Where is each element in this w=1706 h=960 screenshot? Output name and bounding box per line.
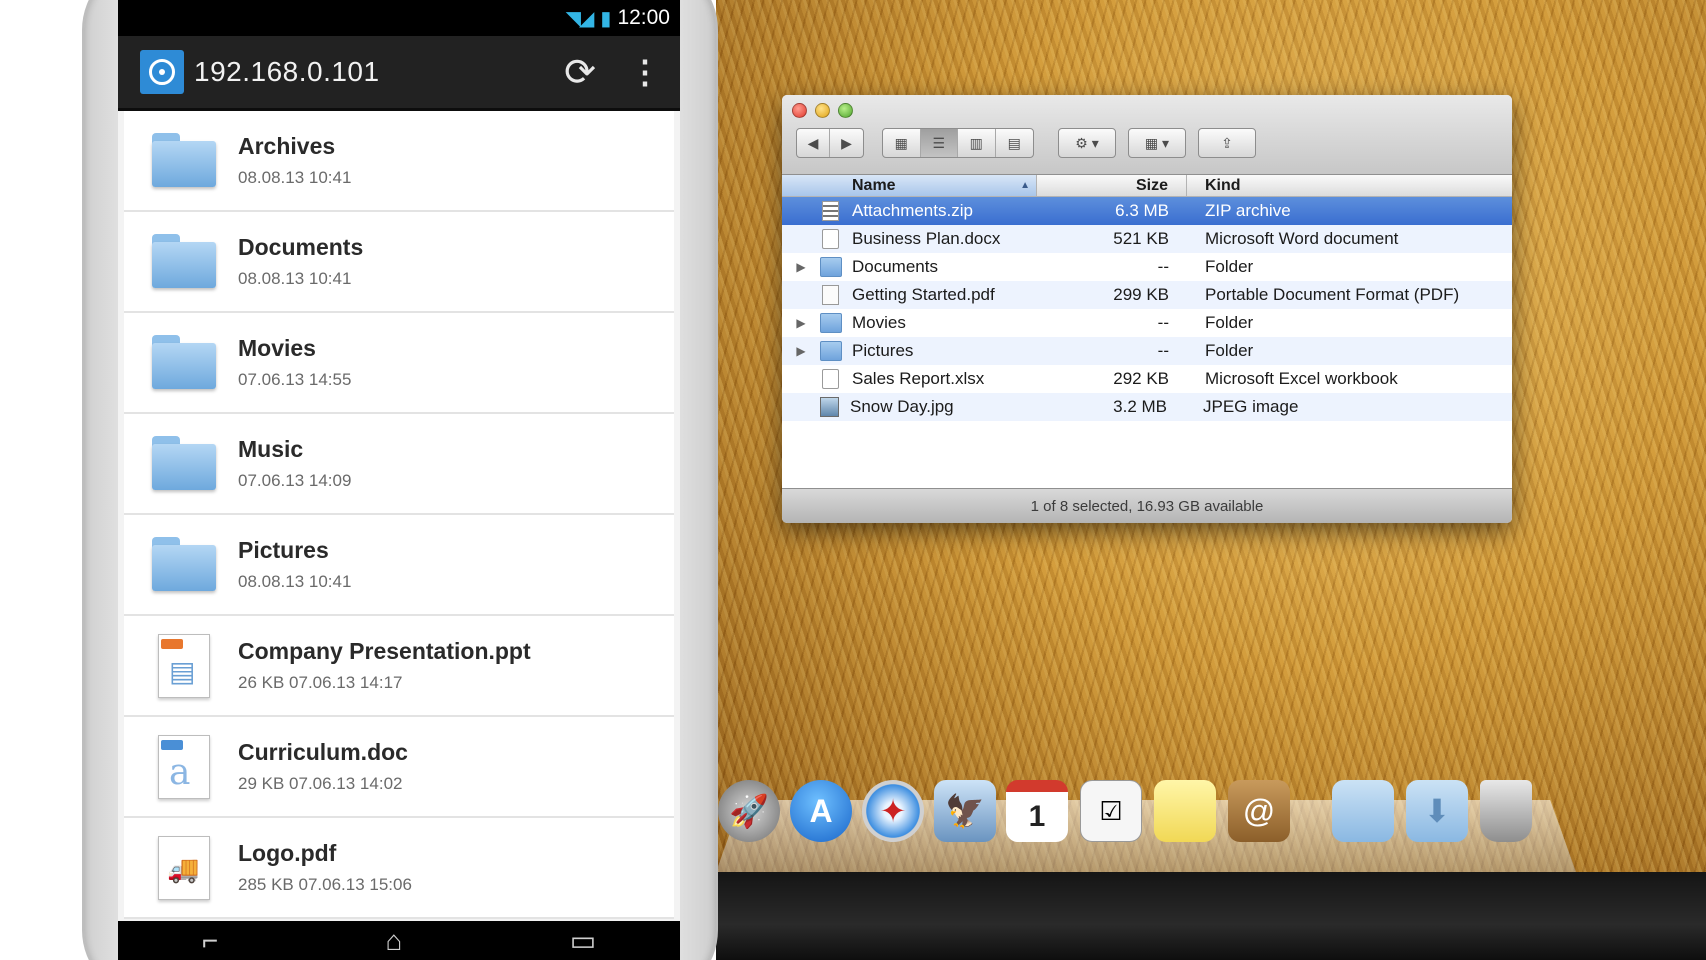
file-row[interactable]: ▶ Movies -- Folder [782,309,1512,337]
file-row[interactable]: Snow Day.jpg 3.2 MB JPEG image [782,393,1512,421]
list-item[interactable]: Pictures 08.08.13 10:41 [124,515,674,616]
reminders-icon[interactable]: ☑ [1080,780,1142,842]
pdf-file-icon [822,285,839,305]
column-view-button[interactable]: ▥ [958,129,996,157]
file-row[interactable]: Getting Started.pdf 299 KB Portable Docu… [782,281,1512,309]
disclosure-triangle-icon[interactable]: ▶ [782,260,820,274]
file-row[interactable]: ▶ Documents -- Folder [782,253,1512,281]
document-file-icon [822,229,839,249]
cover-flow-button[interactable]: ▤ [996,129,1033,157]
list-item[interactable]: Movies 07.06.13 14:55 [124,313,674,414]
status-time: 12:00 [617,6,670,29]
list-item[interactable]: ▤ Company Presentation.ppt 26 KB 07.06.13… [124,616,674,717]
preview-icon[interactable]: 🦅 [934,780,996,842]
name-column-header[interactable]: Name ▲ [782,175,1037,196]
zoom-window-button[interactable] [838,103,853,118]
action-bar: 192.168.0.101 ⟳ ⋮ [118,36,680,111]
list-item[interactable]: 🚚 Logo.pdf 285 KB 07.06.13 15:06 [124,818,674,919]
presentation-icon: ▤ [158,633,210,698]
folder-icon [152,536,216,593]
folder-icon [820,257,842,277]
notes-icon[interactable] [1154,780,1216,842]
file-row[interactable]: ▶ Pictures -- Folder [782,337,1512,365]
image-file-icon [820,397,839,417]
spreadsheet-file-icon [822,369,839,389]
disclosure-triangle-icon[interactable]: ▶ [782,344,820,358]
view-mode-control: ▦ ☰ ▥ ▤ [882,128,1034,158]
file-row[interactable]: Business Plan.docx 521 KB Microsoft Word… [782,225,1512,253]
list-item[interactable]: Documents 08.08.13 10:41 [124,212,674,313]
status-bar: ◥◢ ▮ 12:00 [118,0,680,36]
laptop-bezel [716,872,1706,960]
arrange-menu-button[interactable]: ▦ ▾ [1128,128,1186,158]
app-store-icon[interactable]: A [790,780,852,842]
pdf-icon: 🚚 [158,835,210,900]
action-menu-button[interactable]: ⚙ ▾ [1058,128,1116,158]
share-icon: ⇪ [1221,134,1233,151]
battery-icon: ▮ [600,7,611,30]
list-view-button[interactable]: ☰ [920,129,958,157]
share-button[interactable]: ⇪ [1198,128,1256,158]
list-item[interactable]: Archives 08.08.13 10:41 [124,111,674,212]
finder-window: ◀ ▶ ▦ ☰ ▥ ▤ ⚙ ▾ ▦ ▾ ⇪ Name ▲ Size Kind A… [782,95,1512,523]
refresh-icon[interactable]: ⟳ [550,50,610,95]
list-view-icon: ☰ [932,134,946,151]
close-window-button[interactable] [792,103,807,118]
contacts-icon[interactable]: @ [1228,780,1290,842]
icon-view-icon: ▦ [894,134,908,151]
home-icon[interactable]: ⌂ [385,925,402,957]
app-logo-icon[interactable] [140,50,184,94]
folder-icon [820,313,842,333]
back-forward-control: ◀ ▶ [796,128,864,158]
file-list: Attachments.zip 6.3 MB ZIP archive Busin… [782,197,1512,421]
file-row[interactable]: Sales Report.xlsx 292 KB Microsoft Excel… [782,365,1512,393]
server-address-title: 192.168.0.101 [194,56,380,87]
kind-column-header[interactable]: Kind [1187,177,1241,195]
gear-icon: ⚙ ▾ [1075,134,1099,151]
folder-icon [152,132,216,189]
zip-file-icon [822,201,839,221]
folder-icon [152,233,216,290]
size-column-header[interactable]: Size [1037,175,1187,196]
phone-screen: ◥◢ ▮ 12:00 192.168.0.101 ⟳ ⋮ Archives 08.… [118,0,680,960]
forward-arrow-icon: ▶ [841,134,852,151]
back-arrow-icon: ◀ [807,134,819,151]
file-list: Archives 08.08.13 10:41 Documents 08.08.13… [118,111,680,921]
file-row[interactable]: Attachments.zip 6.3 MB ZIP archive [782,197,1512,225]
cover-flow-icon: ▤ [1007,134,1021,151]
column-header: Name ▲ Size Kind [782,175,1512,197]
documents-folder-icon[interactable] [1332,780,1394,842]
back-icon[interactable]: ⌐ [202,925,218,957]
finder-status-bar: 1 of 8 selected, 16.93 GB available [782,488,1512,523]
overflow-menu-icon[interactable]: ⋮ [610,53,680,91]
list-item[interactable]: a Curriculum.doc 29 KB 07.06.13 14:02 [124,717,674,818]
minimize-window-button[interactable] [815,103,830,118]
disclosure-triangle-icon[interactable]: ▶ [782,316,820,330]
folder-icon [152,435,216,492]
calendar-icon[interactable]: 1 [1006,780,1068,842]
document-icon: a [158,734,210,799]
finder-toolbar: ◀ ▶ ▦ ☰ ▥ ▤ ⚙ ▾ ▦ ▾ ⇪ [782,95,1512,175]
column-view-icon: ▥ [969,134,983,151]
back-button[interactable]: ◀ [797,129,831,157]
arrange-icon: ▦ ▾ [1144,134,1170,151]
forward-button[interactable]: ▶ [830,129,863,157]
launchpad-icon[interactable]: 🚀 [718,780,780,842]
trash-icon[interactable] [1480,780,1532,842]
folder-icon [152,334,216,391]
recent-apps-icon[interactable]: ▭ [570,924,596,957]
icon-view-button[interactable]: ▦ [883,129,921,157]
navigation-bar: ⌐ ⌂ ▭ [118,921,680,960]
downloads-folder-icon[interactable]: ⬇ [1406,780,1468,842]
list-item[interactable]: Music 07.06.13 14:09 [124,414,674,515]
wifi-signal-icon: ◥◢ [565,7,595,30]
sort-ascending-icon: ▲ [1020,180,1030,191]
folder-icon [820,341,842,361]
safari-icon[interactable]: ✦ [862,780,924,842]
